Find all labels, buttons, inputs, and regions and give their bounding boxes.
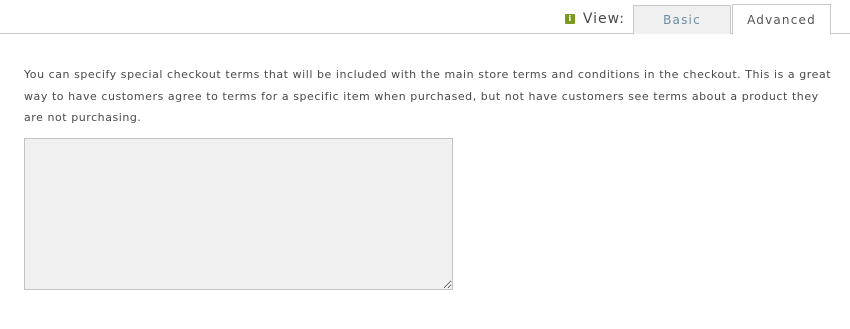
info-icon[interactable]: i	[564, 14, 575, 24]
tab-advanced[interactable]: Advanced	[732, 4, 831, 35]
view-label: View:	[582, 11, 625, 27]
tab-basic[interactable]: Basic	[633, 5, 731, 34]
view-switcher: i View: Basic Advanced	[564, 4, 831, 35]
checkout-terms-textarea[interactable]	[24, 138, 453, 290]
top-bar: i View: Basic Advanced	[0, 0, 850, 35]
checkout-terms-description: You can specify special checkout terms t…	[24, 68, 832, 124]
view-label-group: i View:	[564, 4, 633, 34]
